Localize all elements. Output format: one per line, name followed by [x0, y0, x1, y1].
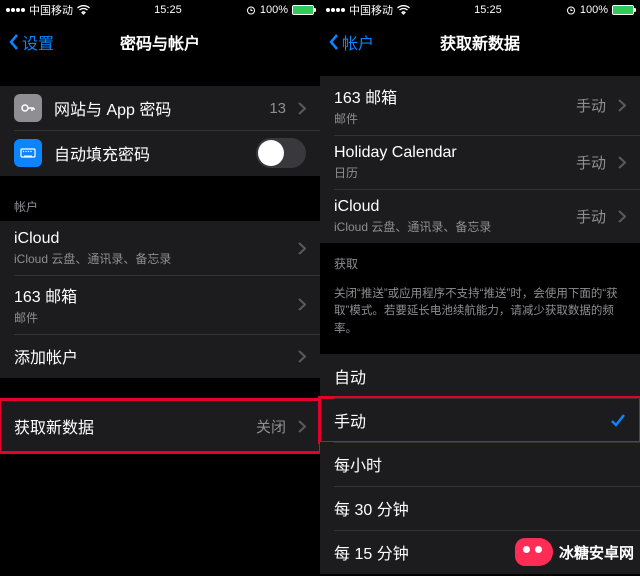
- chevron-right-icon: [298, 298, 306, 311]
- back-button[interactable]: 设置: [8, 30, 54, 54]
- signal-icon: [326, 8, 345, 12]
- back-chevron-icon: [328, 33, 340, 51]
- row-autofill-passwords[interactable]: 自动填充密码: [0, 130, 320, 176]
- row-label: 手动: [334, 408, 598, 432]
- row-option-manual[interactable]: 手动: [320, 398, 640, 442]
- carrier-label: 中国移动: [29, 2, 73, 18]
- status-time: 15:25: [154, 4, 182, 16]
- watermark-logo-icon: [515, 538, 553, 566]
- watermark: 冰糖安卓网: [515, 538, 634, 566]
- row-value: 手动: [576, 206, 606, 227]
- row-fetch-new-data[interactable]: 获取新数据 关闭: [0, 400, 320, 452]
- accounts-header: 帐户: [0, 198, 320, 221]
- row-label: Holiday Calendar: [334, 144, 564, 162]
- row-label: iCloud: [334, 198, 564, 216]
- row-option-30min[interactable]: 每 30 分钟: [320, 486, 640, 530]
- alarm-icon: [566, 5, 576, 15]
- row-option-auto[interactable]: 自动: [320, 354, 640, 398]
- checkmark-icon: [610, 412, 626, 428]
- row-label: iCloud: [14, 230, 286, 248]
- back-chevron-icon: [8, 33, 20, 51]
- row-sub: iCloud 云盘、通讯录、备忘录: [14, 250, 286, 267]
- autofill-toggle[interactable]: [256, 138, 306, 168]
- wifi-icon: [397, 5, 410, 15]
- chevron-right-icon: [298, 420, 306, 433]
- row-account-icloud[interactable]: iCloud iCloud 云盘、通讯录、备忘录: [0, 221, 320, 275]
- chevron-right-icon: [618, 210, 626, 223]
- carrier-label: 中国移动: [349, 2, 393, 18]
- keyboard-icon: [14, 139, 42, 167]
- row-label: 每小时: [334, 452, 626, 476]
- status-time: 15:25: [474, 4, 502, 16]
- row-value: 手动: [576, 152, 606, 173]
- row-sub: 邮件: [334, 110, 564, 127]
- battery-pct: 100%: [580, 4, 608, 16]
- row-account-163[interactable]: 163 邮箱 邮件 手动: [320, 76, 640, 135]
- wifi-icon: [77, 5, 90, 15]
- key-icon: [14, 94, 42, 122]
- row-option-hourly[interactable]: 每小时: [320, 442, 640, 486]
- nav-bar: 设置 密码与帐户: [0, 20, 320, 64]
- back-button[interactable]: 帐户: [328, 30, 374, 54]
- battery-pct: 100%: [260, 4, 288, 16]
- back-label: 帐户: [342, 30, 374, 54]
- chevron-right-icon: [618, 99, 626, 112]
- battery-icon: [612, 5, 634, 15]
- status-bar: 中国移动 15:25 100%: [320, 0, 640, 20]
- row-account-icloud[interactable]: iCloud iCloud 云盘、通讯录、备忘录 手动: [320, 189, 640, 243]
- row-value: 关闭: [256, 416, 286, 437]
- chevron-right-icon: [618, 156, 626, 169]
- row-add-account[interactable]: 添加帐户: [0, 334, 320, 378]
- row-sub: 邮件: [14, 309, 286, 326]
- row-account-163[interactable]: 163 邮箱 邮件: [0, 275, 320, 334]
- row-sub: 日历: [334, 164, 564, 181]
- row-label: 自动填充密码: [54, 141, 244, 165]
- row-web-app-passwords[interactable]: 网站与 App 密码 13: [0, 86, 320, 130]
- row-label: 自动: [334, 364, 626, 388]
- battery-icon: [292, 5, 314, 15]
- row-label: 网站与 App 密码: [54, 96, 257, 120]
- back-label: 设置: [22, 30, 54, 54]
- row-label: 添加帐户: [14, 344, 286, 368]
- row-account-holiday-calendar[interactable]: Holiday Calendar 日历 手动: [320, 135, 640, 189]
- chevron-right-icon: [298, 102, 306, 115]
- signal-icon: [6, 8, 25, 12]
- chevron-right-icon: [298, 242, 306, 255]
- row-sub: iCloud 云盘、通讯录、备忘录: [334, 218, 564, 235]
- fetch-header: 获取: [320, 255, 640, 278]
- screen-passwords-accounts: 中国移动 15:25 100% 设置 密码与帐户 网站与 App 密码 13: [0, 0, 320, 576]
- row-value: 手动: [576, 95, 606, 116]
- alarm-icon: [246, 5, 256, 15]
- row-label: 每 30 分钟: [334, 496, 626, 520]
- nav-bar: 帐户 获取新数据: [320, 20, 640, 64]
- chevron-right-icon: [298, 350, 306, 363]
- row-value: 13: [269, 100, 286, 117]
- watermark-text: 冰糖安卓网: [559, 542, 634, 563]
- status-bar: 中国移动 15:25 100%: [0, 0, 320, 20]
- fetch-footer: 关闭“推送”或应用程序不支持“推送”时，会使用下面的“获取”模式。若要延长电池续…: [320, 278, 640, 338]
- row-label: 获取新数据: [14, 414, 244, 438]
- screen-fetch-new-data: 中国移动 15:25 100% 帐户 获取新数据 163 邮箱 邮件 手动 Ho: [320, 0, 640, 576]
- row-label: 163 邮箱: [334, 84, 564, 108]
- row-label: 163 邮箱: [14, 283, 286, 307]
